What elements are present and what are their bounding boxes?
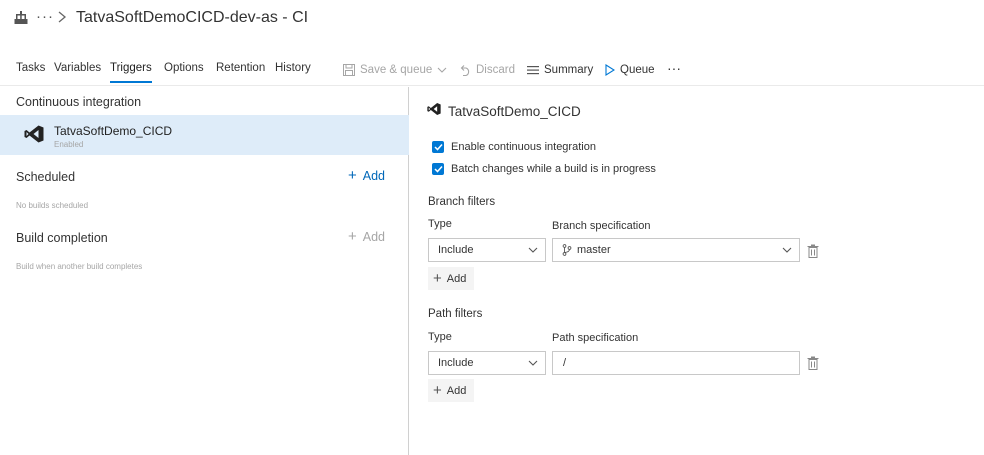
branch-type-dropdown[interactable]: Include bbox=[428, 238, 546, 262]
branch-spec-dropdown[interactable]: master bbox=[552, 238, 800, 262]
discard-label: Discard bbox=[476, 64, 515, 76]
chevron-down-icon bbox=[528, 360, 538, 366]
ci-trigger-name: TatvaSoftDemo_CICD bbox=[54, 124, 173, 138]
tab-tasks[interactable]: Tasks bbox=[16, 62, 45, 74]
save-queue-label: Save & queue bbox=[360, 64, 433, 76]
path-filters-heading: Path filters bbox=[428, 308, 483, 320]
build-completion-note: Build when another build completes bbox=[16, 262, 143, 271]
add-build-completion-button[interactable]: + Add bbox=[348, 228, 386, 245]
add-branch-filter-button[interactable]: + Add bbox=[428, 267, 474, 290]
delete-path-filter-icon[interactable] bbox=[807, 356, 819, 370]
ci-section-title: Continuous integration bbox=[16, 95, 142, 109]
enable-ci-checkbox[interactable]: Enable continuous integration bbox=[432, 141, 596, 153]
tab-history[interactable]: History bbox=[275, 62, 311, 74]
chevron-down-icon bbox=[437, 67, 447, 73]
delete-branch-filter-icon[interactable] bbox=[807, 244, 819, 258]
path-spec-value: / bbox=[563, 357, 567, 369]
breadcrumb-more-icon[interactable]: ··· bbox=[36, 8, 54, 25]
plus-icon: + bbox=[433, 269, 442, 287]
save-icon bbox=[343, 64, 355, 76]
add-build-completion-label: Add bbox=[362, 230, 386, 244]
chevron-right-icon bbox=[58, 11, 67, 23]
page-title[interactable]: TatvaSoftDemoCICD-dev-as - CI bbox=[76, 9, 308, 27]
tab-retention[interactable]: Retention bbox=[216, 62, 265, 74]
visual-studio-icon bbox=[427, 103, 441, 115]
batch-changes-label: Batch changes while a build is in progre… bbox=[451, 163, 656, 175]
tab-triggers[interactable]: Triggers bbox=[110, 62, 152, 83]
plus-icon: + bbox=[348, 167, 357, 184]
branch-icon bbox=[562, 244, 572, 256]
save-queue-button[interactable]: Save & queue bbox=[343, 60, 452, 80]
list-icon bbox=[527, 66, 539, 75]
path-type-value: Include bbox=[438, 357, 474, 369]
add-branch-filter-label: Add bbox=[446, 272, 467, 285]
play-icon bbox=[605, 64, 615, 76]
path-type-label: Type bbox=[428, 331, 452, 343]
add-path-filter-button[interactable]: + Add bbox=[428, 379, 474, 402]
add-schedule-label: Add bbox=[362, 169, 386, 183]
ci-trigger-item[interactable]: TatvaSoftDemo_CICD Enabled bbox=[0, 115, 409, 155]
summary-label: Summary bbox=[544, 64, 594, 76]
plus-icon: + bbox=[348, 228, 357, 245]
scheduled-section-title: Scheduled bbox=[16, 170, 76, 184]
enable-ci-label: Enable continuous integration bbox=[451, 141, 596, 153]
visual-studio-icon bbox=[24, 125, 44, 143]
add-schedule-button[interactable]: + Add bbox=[348, 167, 386, 184]
summary-button[interactable]: Summary bbox=[527, 60, 593, 80]
chevron-down-icon bbox=[782, 247, 792, 253]
plus-icon: + bbox=[433, 381, 442, 399]
scheduled-note: No builds scheduled bbox=[16, 201, 89, 210]
queue-label: Queue bbox=[620, 64, 655, 76]
trigger-details-pane: TatvaSoftDemo_CICD Enable continuous int… bbox=[410, 87, 984, 455]
undo-icon bbox=[460, 65, 470, 76]
tab-variables[interactable]: Variables bbox=[54, 62, 101, 74]
path-spec-label: Path specification bbox=[552, 332, 639, 344]
batch-changes-checkbox[interactable]: Batch changes while a build is in progre… bbox=[432, 163, 656, 175]
checkbox-checked-icon bbox=[432, 141, 444, 153]
chevron-down-icon bbox=[528, 247, 538, 253]
branch-spec-label: Branch specification bbox=[552, 220, 651, 232]
tab-bar: Tasks Variables Triggers Options Retenti… bbox=[0, 54, 984, 86]
path-spec-input[interactable]: / bbox=[552, 351, 800, 375]
tab-options[interactable]: Options bbox=[164, 62, 204, 74]
more-actions-icon[interactable]: ··· bbox=[667, 58, 681, 78]
branch-filters-heading: Branch filters bbox=[428, 196, 496, 208]
branch-type-label: Type bbox=[428, 218, 452, 230]
triggers-list-pane: Continuous integration TatvaSoftDemo_CIC… bbox=[0, 87, 409, 455]
build-pipeline-icon[interactable] bbox=[14, 11, 28, 25]
page-header: ··· TatvaSoftDemoCICD-dev-as - CI bbox=[0, 0, 984, 40]
queue-button[interactable]: Queue bbox=[605, 60, 655, 80]
trigger-details-title: TatvaSoftDemo_CICD bbox=[448, 104, 581, 119]
path-type-dropdown[interactable]: Include bbox=[428, 351, 546, 375]
discard-button[interactable]: Discard bbox=[459, 60, 515, 80]
ci-trigger-status: Enabled bbox=[54, 140, 84, 149]
checkbox-checked-icon bbox=[432, 163, 444, 175]
add-path-filter-label: Add bbox=[446, 384, 467, 397]
branch-spec-value: master bbox=[577, 244, 611, 256]
build-completion-section-title: Build completion bbox=[16, 231, 108, 245]
branch-type-value: Include bbox=[438, 244, 474, 256]
